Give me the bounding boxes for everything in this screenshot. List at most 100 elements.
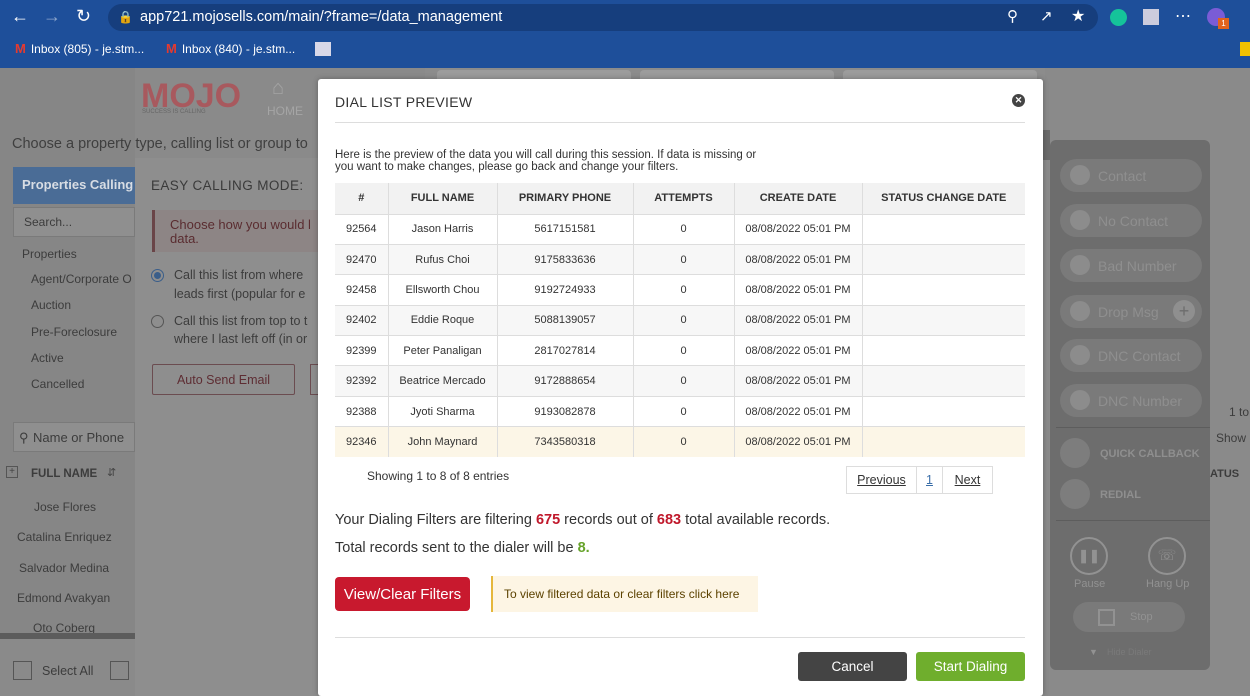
list-item[interactable]: Jose Flores — [34, 500, 96, 514]
sidebar-item-agent[interactable]: Agent/Corporate O — [31, 272, 132, 286]
table-row[interactable]: 92402 Eddie Roque 5088139057 0 08/08/2022 05… — [335, 304, 1025, 336]
close-icon[interactable]: ✕ — [1012, 94, 1025, 107]
cell-name: Eddie Roque — [388, 304, 498, 336]
home-icon[interactable]: ⌂ — [272, 77, 284, 100]
full-name-column-header[interactable]: FULL NAME — [31, 468, 97, 480]
previous-page-button[interactable]: Previous — [847, 467, 917, 493]
home-label[interactable]: HOME — [267, 104, 303, 118]
dnc-number-button[interactable]: DNC Number — [1060, 384, 1202, 417]
bookmark-star-icon[interactable]: ★ — [1071, 6, 1085, 26]
extension-icon[interactable] — [1143, 9, 1159, 25]
table-row[interactable]: 92458 Ellsworth Chou 9192724933 0 08/08/2022… — [335, 274, 1025, 306]
sidebar-item-cancelled[interactable]: Cancelled — [31, 377, 84, 391]
table-row[interactable]: 92346 John Maynard 7343580318 0 08/08/2022 0… — [335, 426, 1025, 458]
table-row[interactable]: 92388 Jyoti Sharma 9193082878 0 08/08/2022 0… — [335, 395, 1025, 427]
cell-phone: 9172888654 — [497, 365, 634, 397]
cell-create-date: 08/08/2022 05:01 PM — [734, 274, 863, 306]
tab[interactable] — [843, 70, 1037, 79]
list-item[interactable]: Edmond Avakyan — [17, 591, 110, 605]
select-all-checkbox[interactable] — [13, 661, 32, 680]
dnc-contact-button[interactable]: DNC Contact — [1060, 339, 1202, 372]
dialer-divider — [1056, 520, 1210, 521]
mojo-tagline: SUCCESS IS CALLING — [142, 109, 206, 115]
cell-name: Ellsworth Chou — [388, 274, 498, 306]
page-1-button[interactable]: 1 — [917, 467, 943, 493]
col-primary-phone[interactable]: PRIMARY PHONE — [497, 183, 634, 214]
col-create-date[interactable]: CREATE DATE — [734, 183, 863, 214]
stop-button[interactable] — [1073, 602, 1185, 632]
sidebar-item-active[interactable]: Active — [31, 351, 64, 365]
pagination-partial: 1 to — [1229, 405, 1250, 419]
status-header-partial: ATUS — [1210, 468, 1240, 480]
cell-id: 92458 — [335, 274, 389, 306]
quick-callback-label[interactable]: QUICK CALLBACK — [1100, 448, 1200, 460]
expand-icon[interactable]: + — [6, 466, 18, 478]
url-text[interactable]: app721.mojosells.com/main/?frame=/data_m… — [140, 9, 502, 25]
sent-text: Total records sent to the dialer will be — [335, 540, 578, 556]
pause-icon[interactable]: ❚❚ — [1070, 537, 1108, 575]
col-number[interactable]: # — [335, 183, 389, 214]
auto-send-email-button[interactable]: Auto Send Email — [152, 364, 295, 395]
table-row[interactable]: 92470 Rufus Choi 9175833636 0 08/08/2022 05:… — [335, 243, 1025, 275]
table-row[interactable]: 92392 Beatrice Mercado 9172888654 0 08/08/20… — [335, 365, 1025, 397]
cell-status-date — [862, 243, 1025, 275]
sidebar-item-auction[interactable]: Auction — [31, 298, 71, 312]
back-icon[interactable]: ← — [11, 6, 29, 27]
scrollbar[interactable] — [0, 633, 135, 639]
tab[interactable] — [640, 70, 834, 79]
row-checkbox[interactable] — [110, 661, 129, 680]
tab[interactable] — [437, 70, 631, 79]
more-extensions-icon[interactable]: ⋯ — [1175, 6, 1191, 26]
bad-number-button[interactable]: Bad Number — [1060, 249, 1202, 282]
table-row[interactable]: 92564 Jason Harris 5617151581 0 08/08/2022 0… — [335, 213, 1025, 245]
sort-icon[interactable]: ⇵ — [107, 466, 116, 479]
cell-create-date: 08/08/2022 05:01 PM — [734, 395, 863, 427]
cell-create-date: 08/08/2022 05:01 PM — [734, 426, 863, 458]
list-item[interactable]: Salvador Medina — [19, 561, 109, 575]
forward-icon[interactable]: → — [43, 6, 61, 27]
col-status-change-date[interactable]: STATUS CHANGE DATE — [862, 183, 1025, 214]
no-contact-button[interactable]: No Contact — [1060, 204, 1202, 237]
grammarly-icon[interactable] — [1110, 9, 1127, 26]
person-icon — [1070, 165, 1090, 185]
search-icon: ⚲ — [19, 430, 29, 445]
bookmark-favicon-icon[interactable] — [315, 42, 331, 56]
cell-name: Rufus Choi — [388, 243, 498, 275]
lock-icon: 🔒 — [118, 10, 133, 24]
cell-status-date — [862, 304, 1025, 336]
start-dialing-button[interactable]: Start Dialing — [916, 652, 1025, 681]
hide-dialer-label[interactable]: Hide Dialer — [1107, 647, 1152, 657]
hang-up-icon[interactable]: ☏ — [1148, 537, 1186, 575]
zoom-icon[interactable]: ⚲ — [1007, 7, 1018, 25]
add-message-icon[interactable]: + — [1173, 300, 1195, 322]
quick-callback-icon[interactable] — [1060, 438, 1090, 468]
cell-name: Beatrice Mercado — [388, 365, 498, 397]
view-clear-filters-button[interactable]: View/Clear Filters — [335, 577, 470, 611]
col-attempts[interactable]: ATTEMPTS — [633, 183, 735, 214]
next-page-button[interactable]: Next — [943, 467, 992, 493]
sidebar-item-preforeclosure[interactable]: Pre-Foreclosure — [31, 325, 117, 339]
folder-icon[interactable] — [1240, 42, 1250, 56]
redial-icon[interactable] — [1060, 479, 1090, 509]
cell-create-date: 08/08/2022 05:01 PM — [734, 365, 863, 397]
pause-label: Pause — [1074, 578, 1106, 590]
sent-text: . — [585, 540, 590, 556]
list-item[interactable]: Catalina Enriquez — [17, 530, 112, 544]
cell-name: John Maynard — [388, 426, 498, 458]
cell-phone: 9193082878 — [497, 395, 634, 427]
bookmark-inbox-2[interactable]: M Inbox (840) - je.stm... — [166, 41, 295, 56]
share-icon[interactable]: ↗ — [1040, 7, 1053, 25]
redial-label[interactable]: REDIAL — [1100, 489, 1141, 501]
notification-badge-icon: 1 — [1218, 18, 1229, 29]
cell-id: 92392 — [335, 365, 389, 397]
filters-hint[interactable]: To view filtered data or clear filters c… — [491, 576, 758, 612]
divider — [335, 637, 1025, 638]
hide-dialer-icon[interactable]: ▼ — [1089, 647, 1098, 657]
col-full-name[interactable]: FULL NAME — [388, 183, 498, 214]
contact-button[interactable]: Contact — [1060, 159, 1202, 192]
bookmark-inbox-1[interactable]: M Inbox (805) - je.stm... — [15, 41, 144, 56]
reload-icon[interactable]: ↻ — [76, 6, 91, 27]
table-row[interactable]: 92399 Peter Panaligan 2817027814 0 08/08/202… — [335, 335, 1025, 366]
cancel-button[interactable]: Cancel — [798, 652, 907, 681]
option-2-radio[interactable] — [151, 315, 164, 328]
